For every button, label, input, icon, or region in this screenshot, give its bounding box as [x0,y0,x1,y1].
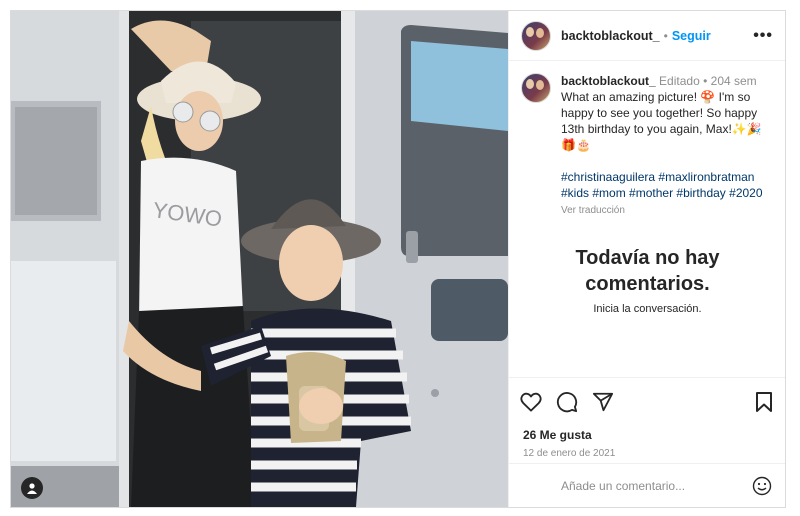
hashtag[interactable]: #2020 [729,186,762,200]
share-icon[interactable] [591,390,615,414]
action-bar [509,384,785,420]
post-photo[interactable]: YOWO [11,11,508,507]
post-header: backtoblackout_ • Seguir ••• [509,11,785,61]
empty-comments-subtitle: Inicia la conversación. [593,303,702,315]
edited-label: Editado [659,74,700,88]
post-date: 12 de enero de 2021 [523,448,616,459]
hashtag[interactable]: #kids [561,186,589,200]
post-sidebar: backtoblackout_ • Seguir ••• backtoblack… [508,11,785,507]
hashtag[interactable]: #maxlironbratman [658,170,754,184]
header-username[interactable]: backtoblackout_ [561,29,660,43]
empty-comments: Todavía no hay comentarios. Inicia la co… [509,245,785,315]
avatar[interactable] [521,20,551,51]
hashtags: #christinaaguilera #maxlironbratman #kid… [561,169,773,201]
heart-icon[interactable] [519,390,543,414]
more-options-icon[interactable]: ••• [753,27,773,45]
likes-count[interactable]: 26 Me gusta [509,428,785,442]
caption-body: backtoblackout_ Editado • 204 sem What a… [561,73,773,219]
hashtag[interactable]: #christinaaguilera [561,170,655,184]
emoji-icon[interactable] [752,476,772,496]
user-tag-icon[interactable] [21,477,43,499]
hashtag[interactable]: #birthday [676,186,725,200]
caption-username[interactable]: backtoblackout_ [561,74,656,88]
bookmark-icon[interactable] [752,390,776,414]
separator-dot: • [663,28,668,43]
caption-dot: • [703,74,708,88]
caption-avatar[interactable] [521,73,551,103]
post-modal: YOWO backtoblackout_ • Seguir ••• backto… [10,10,786,508]
comment-form [509,463,785,507]
hashtag[interactable]: #mom [592,186,625,200]
follow-button[interactable]: Seguir [672,29,711,43]
post-age[interactable]: 204 sem [711,74,757,88]
see-translation-link[interactable]: Ver traducción [561,203,773,219]
empty-comments-title-line2: comentarios. [585,273,710,295]
empty-comments-title-line1: Todavía no hay [575,247,720,269]
hashtag[interactable]: #mother [629,186,673,200]
comment-icon[interactable] [555,390,579,414]
caption: backtoblackout_ Editado • 204 sem What a… [509,61,785,219]
caption-text: What an amazing picture! 🍄 I'm so happy … [561,90,762,152]
photo-illustration: YOWO [11,11,508,507]
comment-input[interactable] [559,477,752,494]
